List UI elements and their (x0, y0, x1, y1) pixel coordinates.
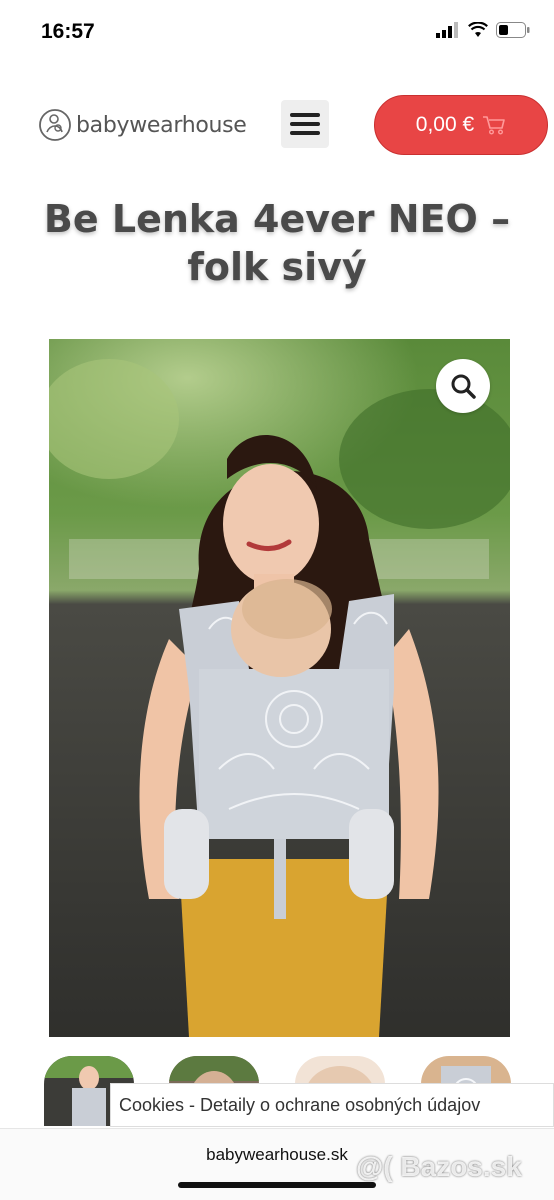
site-header: babywearhouse 0,00 € (0, 90, 554, 160)
product-title: Be Lenka 4ever NEO – folk sivý (30, 195, 524, 291)
logo-icon (39, 109, 71, 141)
browser-bar: babywearhouse.sk @( Bazos.sk (0, 1128, 554, 1200)
cart-total: 0,00 € (415, 113, 475, 136)
search-icon (451, 374, 476, 399)
zoom-button[interactable] (436, 359, 490, 413)
cart-icon (483, 116, 505, 135)
hamburger-icon (290, 113, 320, 135)
product-title-line2: folk sivý (187, 245, 367, 289)
cookie-notice[interactable]: Cookies - Detaily o ochrane osobných úda… (110, 1083, 554, 1127)
signal-icon (436, 22, 458, 38)
product-title-line1: Be Lenka 4ever NEO – (43, 197, 511, 241)
site-logo[interactable]: babywearhouse (38, 108, 247, 142)
battery-icon (496, 22, 530, 38)
status-bar: 16:57 (0, 0, 554, 60)
cart-button[interactable]: 0,00 € (374, 95, 548, 155)
logo-text: babywearhouse (76, 112, 247, 138)
home-indicator[interactable] (178, 1182, 376, 1188)
watermark: @( Bazos.sk (356, 1151, 522, 1182)
menu-button[interactable] (281, 100, 329, 148)
product-photo (49, 339, 510, 1037)
wifi-icon (468, 22, 488, 37)
status-icons (436, 22, 530, 38)
cookie-link[interactable]: Cookies - Detaily o ochrane osobných úda… (119, 1095, 480, 1116)
product-image[interactable] (49, 339, 510, 1037)
status-time: 16:57 (41, 20, 95, 43)
